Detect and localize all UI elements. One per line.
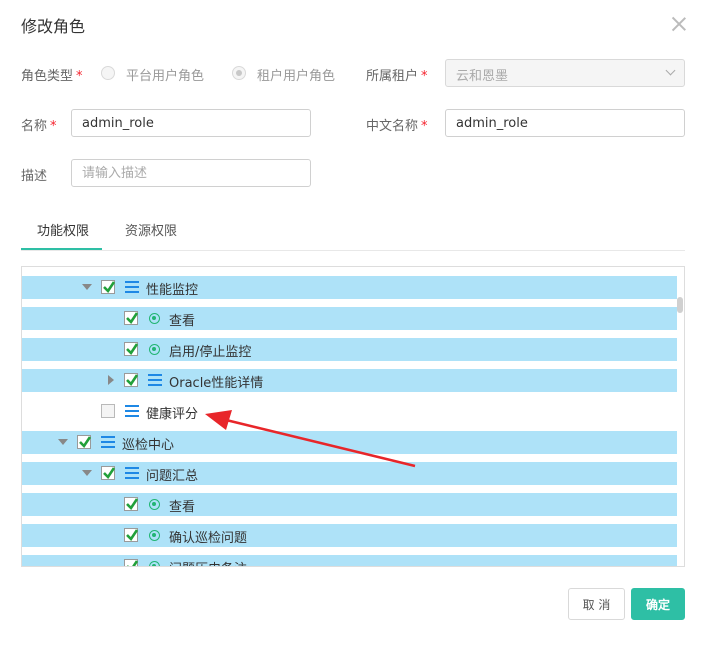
- cancel-button[interactable]: 取 消: [568, 588, 625, 620]
- tree-node: 查看: [22, 493, 677, 516]
- dialog-title: 修改角色: [21, 17, 86, 36]
- caret-down-icon[interactable]: [58, 439, 68, 445]
- tree-node-label[interactable]: 健康评分: [146, 403, 198, 422]
- tree-checkbox[interactable]: [124, 497, 139, 511]
- menu-icon: [101, 436, 115, 448]
- tree-node: 问题历史备注: [22, 555, 677, 566]
- required-mark: *: [421, 69, 428, 84]
- radio-dot-icon: [149, 499, 160, 510]
- tree-checkbox[interactable]: [124, 342, 139, 356]
- radio-platform-role[interactable]: [101, 66, 115, 80]
- caret-right-icon[interactable]: [108, 375, 114, 385]
- caret-down-icon[interactable]: [82, 284, 92, 290]
- tree-checkbox[interactable]: [101, 280, 116, 294]
- radio-dot-icon: [149, 344, 160, 355]
- tree-node: 问题汇总: [22, 462, 677, 485]
- cn-name-input[interactable]: [445, 109, 685, 137]
- tree-node: 巡检中心: [22, 431, 677, 454]
- menu-icon: [148, 374, 162, 386]
- caret-down-icon[interactable]: [82, 470, 92, 476]
- tree-node-label[interactable]: 启用/停止监控: [169, 341, 251, 360]
- required-mark: *: [50, 119, 57, 134]
- tree-checkbox[interactable]: [124, 559, 139, 566]
- tenant-select[interactable]: 云和恩墨: [445, 59, 685, 87]
- tree-node: Oracle性能详情: [22, 369, 677, 392]
- radio-dot-icon: [149, 561, 160, 566]
- required-mark: *: [76, 69, 83, 84]
- tree-scrollbar[interactable]: [677, 297, 683, 313]
- cn-name-label: 中文名称 *: [366, 119, 428, 134]
- menu-icon: [125, 281, 139, 293]
- radio-dot-icon: [149, 530, 160, 541]
- required-mark: *: [421, 119, 428, 134]
- confirm-button[interactable]: 确定: [631, 588, 685, 620]
- radio-platform-role-label[interactable]: 平台用户角色: [126, 65, 204, 84]
- permission-tabs: 功能权限 资源权限: [21, 211, 685, 251]
- menu-icon: [125, 405, 139, 417]
- menu-icon: [125, 467, 139, 479]
- tree-checkbox[interactable]: [101, 404, 115, 418]
- tenant-select-value: 云和恩墨: [456, 69, 509, 84]
- tree-checkbox[interactable]: [124, 373, 139, 387]
- tree-checkbox[interactable]: [124, 528, 139, 542]
- close-icon[interactable]: [667, 12, 691, 36]
- desc-label: 描述: [21, 169, 48, 184]
- tab-function-permission[interactable]: 功能权限: [37, 220, 89, 239]
- chevron-down-icon: [665, 65, 676, 76]
- role-type-label: 角色类型 *: [21, 69, 83, 84]
- tree-node-label[interactable]: 问题汇总: [146, 465, 198, 484]
- tree-checkbox[interactable]: [124, 311, 139, 325]
- permission-tree: 性能监控 查看 启用/停止监控 Oracle性能详情 健康评分 巡检中心 问题汇…: [21, 266, 685, 567]
- radio-tenant-role[interactable]: [232, 66, 246, 80]
- tree-node-label[interactable]: 查看: [169, 496, 195, 515]
- tree-node-label[interactable]: 问题历史备注: [169, 558, 247, 566]
- radio-dot-icon: [149, 313, 160, 324]
- tree-checkbox[interactable]: [77, 435, 92, 449]
- name-label: 名称 *: [21, 119, 57, 134]
- tree-node: 查看: [22, 307, 677, 330]
- tab-resource-permission[interactable]: 资源权限: [125, 220, 177, 239]
- active-tab-indicator: [21, 248, 102, 250]
- tree-node-label[interactable]: Oracle性能详情: [169, 372, 263, 391]
- tree-node: 健康评分: [22, 400, 677, 423]
- tenant-label: 所属租户 *: [366, 69, 428, 84]
- tree-node: 启用/停止监控: [22, 338, 677, 361]
- tree-checkbox[interactable]: [101, 466, 116, 480]
- tree-node-label[interactable]: 查看: [169, 310, 195, 329]
- tree-node: 性能监控: [22, 276, 677, 299]
- tree-node-label[interactable]: 性能监控: [146, 279, 198, 298]
- name-input[interactable]: [71, 109, 311, 137]
- tree-node-label[interactable]: 巡检中心: [122, 434, 174, 453]
- tree-node-label[interactable]: 确认巡检问题: [169, 527, 247, 546]
- tree-node: 确认巡检问题: [22, 524, 677, 547]
- radio-tenant-role-label[interactable]: 租户用户角色: [257, 65, 335, 84]
- desc-input[interactable]: [71, 159, 311, 187]
